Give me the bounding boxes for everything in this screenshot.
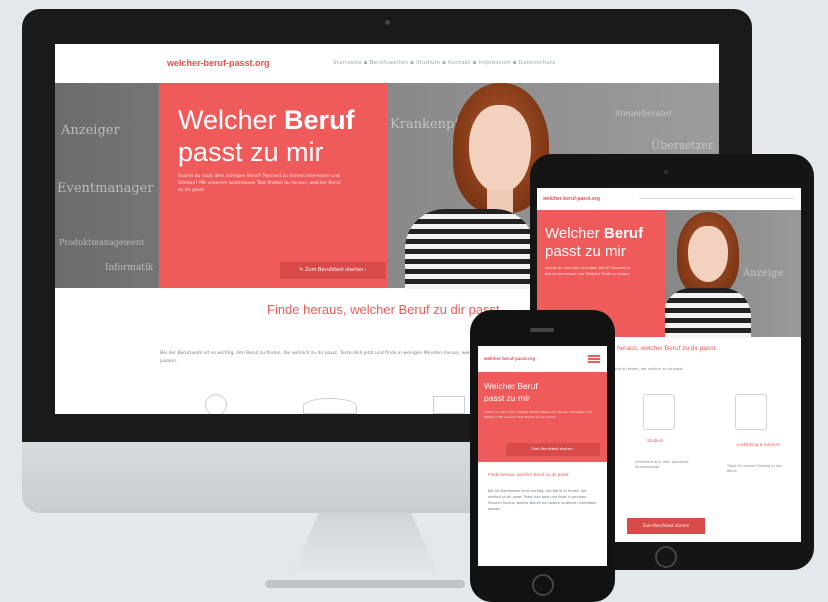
hero-photo-shirt — [405, 209, 535, 289]
chalk-word: Informatik — [105, 263, 154, 273]
hero-title-line2: passt zu mir — [484, 393, 530, 403]
feature-text: Tipps für deinen Einstieg in den Beruf. — [727, 464, 783, 473]
monitor-foot — [265, 580, 465, 588]
intro-text: Bei der Berufswahl ist es wichtig, den B… — [488, 489, 597, 511]
hero-title-line2: passt zu mir — [545, 243, 626, 260]
chevron-right-icon: › — [572, 447, 575, 451]
feature-title: Studium — [647, 438, 664, 443]
chalk-word: Steuerberater — [615, 109, 673, 118]
hero-title: Welcher Beruf — [545, 225, 644, 242]
camera-icon — [385, 20, 390, 25]
target-icon — [205, 394, 227, 414]
books-icon — [735, 394, 767, 430]
phone-start-test-button[interactable]: Zum Berufstest starten › — [506, 443, 600, 456]
chalk-word: Eventmanager — [57, 181, 154, 196]
home-button-icon — [655, 546, 677, 568]
section-title: Finde heraus, welcher Beruf zu dir passt — [267, 302, 500, 317]
camera-icon — [664, 170, 668, 174]
chalk-word: Übersetzer — [651, 139, 714, 152]
monitor-stand — [285, 508, 445, 588]
speaker-icon — [530, 328, 554, 332]
hero-description: Suchst du nach dem richtigen Beruf? Pass… — [484, 410, 592, 419]
tablet-brand-logo[interactable]: welcher-beruf-passt.org — [543, 196, 600, 202]
graduation-cap-icon — [303, 398, 357, 414]
desktop-nav-menu[interactable]: Startseite ▪ Berufswelten ▪ Studium ▪ Ko… — [333, 60, 555, 66]
section-title: Finde heraus, welcher Beruf zu dir passt — [488, 472, 569, 477]
desktop-brand-logo[interactable]: welcher-beruf-passt.org — [167, 58, 270, 68]
feature-title: Ausbildung & Karriere — [736, 442, 780, 447]
tablet-nav-menu[interactable] — [639, 198, 794, 199]
briefcase-icon — [433, 396, 465, 414]
hero-description: Suchst du nach dem richtigen Beruf? Pass… — [545, 266, 631, 276]
chalk-word: Anzeiger — [61, 123, 120, 138]
start-test-button[interactable]: ✎ Zum Berufstest starten › — [280, 262, 386, 279]
clipboard-icon — [643, 394, 675, 430]
feature-text: Informiere dich über passende Studiengän… — [635, 460, 689, 469]
hero-title: Welcher Beruf — [178, 105, 355, 135]
chalk-word: Produktmanagement — [59, 238, 145, 247]
phone-brand-logo[interactable]: welcher-beruf-passt.org — [484, 356, 535, 361]
chevron-right-icon: › — [363, 267, 367, 273]
phone-hero: Welcher Beruf passt zu mir Suchst du nac… — [478, 372, 607, 462]
phone-screen: welcher-beruf-passt.org Welcher Beruf pa… — [478, 346, 607, 566]
home-button-icon — [532, 574, 554, 596]
hero-description: Suchst du nach dem richtigen Beruf? Pass… — [178, 174, 341, 193]
hero-title: Welcher Beruf — [484, 381, 538, 391]
hamburger-menu-icon[interactable] — [588, 355, 600, 363]
section-title: Finde heraus, welcher Beruf zu dir passt — [599, 345, 716, 352]
chalk-word: Anzeige — [743, 268, 784, 279]
hero-red-panel: Welcher Beruf passt zu mir Suchst du nac… — [159, 83, 388, 288]
hero-photo-shirt — [663, 288, 751, 338]
hero-photo-face — [469, 105, 531, 193]
hero-photo-face — [688, 226, 728, 282]
tablet-start-test-button[interactable]: Zum Berufstest starten — [627, 518, 705, 534]
hero-title-line2: passt zu mir — [178, 137, 324, 167]
